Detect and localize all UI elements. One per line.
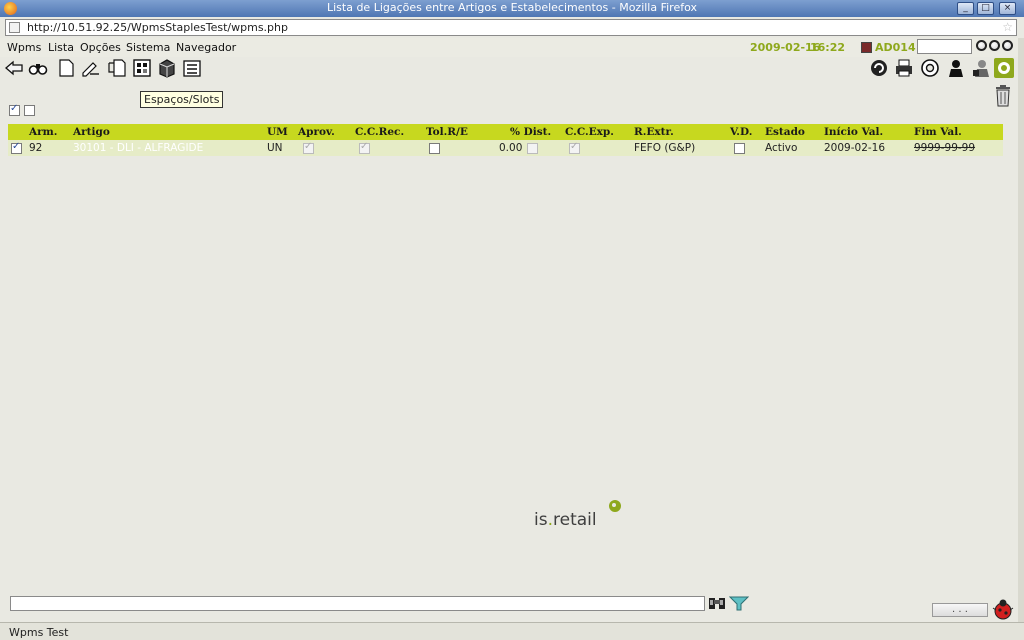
- list-icon[interactable]: [182, 58, 202, 78]
- col-fim-val[interactable]: Fim Val.: [914, 126, 962, 138]
- new-document-icon[interactable]: [56, 58, 76, 78]
- logo-mark-icon: [609, 500, 621, 512]
- table-header-row: Arm. Artigo UM Aprov. C.C.Rec. Tol.R/E %…: [8, 124, 1003, 140]
- session-user: AD014: [875, 41, 916, 54]
- bug-report-icon[interactable]: [991, 598, 1015, 620]
- col-vd[interactable]: V.D.: [730, 126, 752, 138]
- menu-bar: Wpms Lista Opções Sistema Navegador 2009…: [0, 38, 1024, 57]
- binoculars-icon[interactable]: [28, 58, 48, 78]
- circle-button-3[interactable]: [1002, 40, 1013, 51]
- user-badge-icon: [861, 42, 872, 53]
- user-settings-icon[interactable]: [971, 58, 991, 78]
- trash-icon[interactable]: [992, 84, 1014, 108]
- exit-icon[interactable]: [994, 58, 1014, 78]
- status-text: Wpms Test: [9, 626, 69, 639]
- site-icon: [9, 22, 20, 33]
- search-binoculars-icon[interactable]: [708, 595, 726, 611]
- box-icon[interactable]: [157, 58, 177, 78]
- user-icon[interactable]: [946, 58, 966, 78]
- circle-button-1[interactable]: [976, 40, 987, 51]
- back-arrow-icon[interactable]: [4, 58, 24, 78]
- menu-sistema[interactable]: Sistema: [126, 41, 170, 54]
- menu-opcoes[interactable]: Opções: [80, 41, 121, 54]
- aprov-checkbox: [303, 141, 314, 154]
- tol-re-checkbox[interactable]: [429, 143, 440, 154]
- items-table: Arm. Artigo UM Aprov. C.C.Rec. Tol.R/E %…: [8, 124, 1003, 156]
- col-aprov[interactable]: Aprov.: [298, 126, 335, 138]
- col-cc-rec[interactable]: C.C.Rec.: [355, 126, 404, 138]
- menu-navegador[interactable]: Navegador: [176, 41, 236, 54]
- cell-um: UN: [267, 142, 283, 154]
- copy-document-icon[interactable]: [107, 58, 127, 78]
- cell-estado: Activo: [765, 142, 798, 154]
- logo-text-is: is: [534, 510, 548, 530]
- menu-wpms[interactable]: Wpms: [7, 41, 41, 54]
- scrollbar-edge: [1018, 38, 1024, 622]
- filter-input[interactable]: [10, 596, 705, 611]
- print-icon[interactable]: [894, 58, 914, 78]
- session-time: 16:22: [810, 41, 846, 54]
- tooltip: Espaços/Slots: [140, 91, 224, 108]
- minimize-button[interactable]: _: [957, 2, 974, 15]
- row-select-checkbox[interactable]: [11, 141, 22, 154]
- window-title-bar: Lista de Ligações entre Artigos e Estabe…: [0, 0, 1024, 17]
- col-cc-exp[interactable]: C.C.Exp.: [565, 126, 614, 138]
- cell-inicio-val: 2009-02-16: [824, 142, 886, 154]
- col-tol-re[interactable]: Tol.R/E: [426, 126, 468, 138]
- bookmark-star-icon[interactable]: ☆: [1002, 20, 1013, 34]
- url-text[interactable]: http://10.51.92.25/WpmsStaplesTest/wpms.…: [27, 21, 288, 34]
- cell-r-extr: FEFO (G&P): [634, 142, 696, 154]
- menu-lista[interactable]: Lista: [48, 41, 74, 54]
- circle-button-2[interactable]: [989, 40, 1000, 51]
- col-um[interactable]: UM: [267, 126, 288, 138]
- cc-rec-checkbox: [359, 141, 370, 154]
- quick-search-input[interactable]: [917, 39, 972, 54]
- grid-layout-icon[interactable]: [132, 58, 152, 78]
- status-bar: Wpms Test: [0, 622, 1024, 640]
- dist-checkbox: [527, 143, 538, 154]
- toggle-checkbox[interactable]: [24, 105, 35, 116]
- lifebuoy-icon[interactable]: [920, 58, 940, 78]
- toolbar: [0, 57, 1024, 81]
- vd-checkbox[interactable]: [734, 143, 745, 154]
- col-dist[interactable]: % Dist.: [510, 126, 551, 138]
- edit-pen-icon[interactable]: [81, 58, 101, 78]
- col-artigo[interactable]: Artigo: [73, 126, 110, 138]
- cell-dist: 0.00: [499, 142, 523, 154]
- col-inicio-val[interactable]: Início Val.: [824, 126, 883, 138]
- table-row[interactable]: 92 30101 - DLI - ALFRAGIDE UN 0.00 FEFO …: [8, 140, 1003, 156]
- maximize-button[interactable]: □: [977, 2, 994, 15]
- col-arm[interactable]: Arm.: [29, 126, 57, 138]
- url-bar[interactable]: http://10.51.92.25/WpmsStaplesTest/wpms.…: [5, 19, 1017, 36]
- cell-fim-val: 9999-99-99: [914, 142, 976, 154]
- select-all-checkbox[interactable]: [9, 103, 20, 116]
- window-title: Lista de Ligações entre Artigos e Estabe…: [326, 1, 698, 14]
- close-button[interactable]: ×: [999, 2, 1016, 15]
- is-retail-logo: is.retail: [534, 510, 597, 530]
- cell-artigo[interactable]: 30101 - DLI - ALFRAGIDE: [73, 142, 203, 154]
- filter-funnel-icon[interactable]: [728, 595, 750, 611]
- more-button[interactable]: . . .: [932, 603, 988, 617]
- cc-exp-checkbox: [569, 141, 580, 154]
- refresh-icon[interactable]: [869, 58, 889, 78]
- cell-arm: 92: [29, 142, 43, 154]
- col-r-extr[interactable]: R.Extr.: [634, 126, 674, 138]
- col-estado[interactable]: Estado: [765, 126, 805, 138]
- logo-text-retail: retail: [553, 510, 597, 530]
